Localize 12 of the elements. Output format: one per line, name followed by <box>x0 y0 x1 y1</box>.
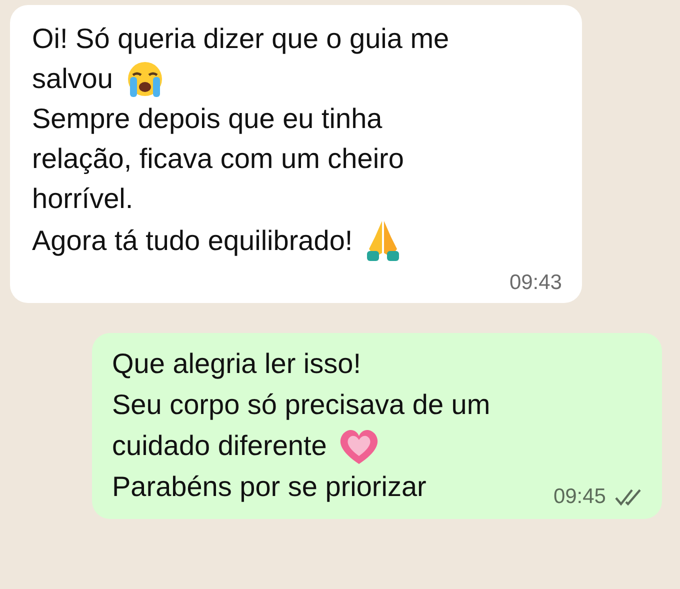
message-text: Agora tá tudo equilibrado! <box>32 224 353 258</box>
message-time: 09:45 <box>553 485 606 509</box>
message-text: salvou <box>32 62 113 96</box>
message-time: 09:43 <box>509 271 562 295</box>
message-text: Seu corpo só precisava de um <box>112 388 490 422</box>
message-text: Que alegria ler isso! <box>112 347 362 381</box>
message-text: relação, ficava com um cheiro <box>32 142 404 176</box>
message-text: Sempre depois que eu tinha <box>32 102 382 136</box>
message-text: Parabéns por se priorizar <box>112 470 426 504</box>
message-text: Oi! Só queria dizer que o guia me <box>32 22 450 56</box>
message-text: cuidado diferente <box>112 429 327 463</box>
message-text: horrível. <box>32 182 134 216</box>
